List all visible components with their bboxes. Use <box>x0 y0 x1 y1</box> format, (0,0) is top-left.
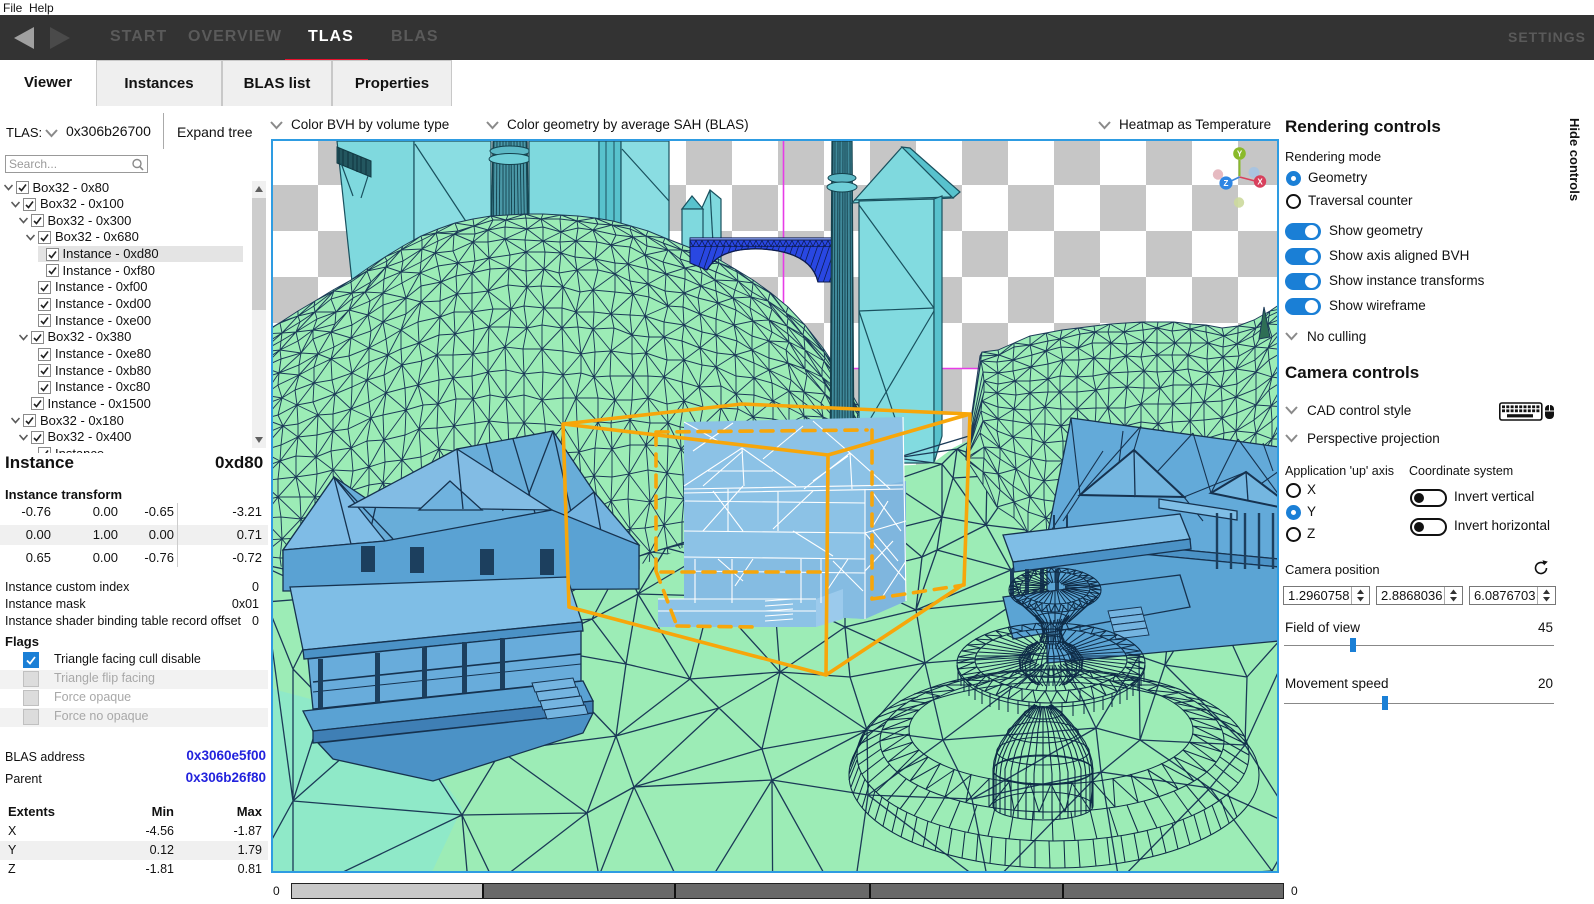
svg-text:X: X <box>1257 178 1263 187</box>
svg-text:Z: Z <box>1224 179 1229 188</box>
svg-text:Y: Y <box>1237 150 1243 159</box>
